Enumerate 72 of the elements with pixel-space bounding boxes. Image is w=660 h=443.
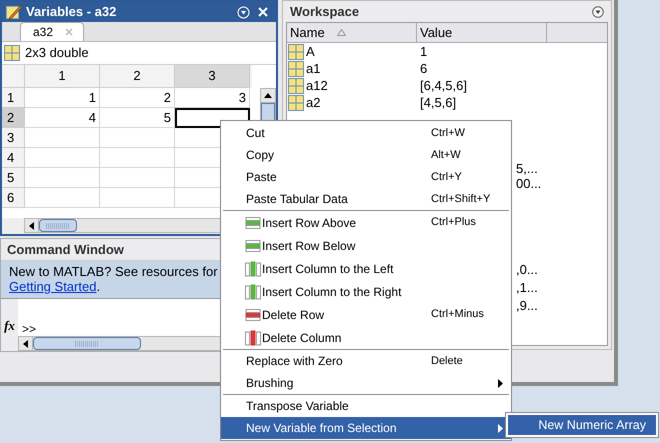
menu-item[interactable]: Copy Alt+W (221, 144, 511, 166)
variable-value: ,9... (516, 297, 538, 316)
column-header[interactable]: 3 (175, 65, 250, 88)
menu-item[interactable]: Paste Tabular Data Ctrl+Shift+Y (221, 188, 511, 210)
menu-item[interactable]: Delete Row Ctrl+Minus (221, 303, 511, 326)
sort-ascending-icon (336, 29, 346, 36)
column-header[interactable]: 1 (25, 65, 100, 88)
variable-value: 6 (419, 60, 428, 78)
row-header[interactable]: 4 (2, 148, 25, 168)
menu-item[interactable]: Insert Row Above Ctrl+Plus (221, 211, 511, 234)
insert-column-icon (245, 260, 261, 276)
delete-column-icon (245, 330, 261, 346)
up-arrow-icon[interactable] (264, 93, 272, 98)
matrix-icon (4, 45, 20, 61)
delete-row-icon (245, 308, 261, 320)
table-cell[interactable]: 2 (100, 88, 175, 108)
notice-text: New to MATLAB? See resources for (9, 264, 218, 279)
window-title: Variables - a32 (26, 3, 118, 22)
tab[interactable]: a32 (20, 22, 84, 41)
matrix-icon (288, 78, 304, 94)
insert-row-icon (245, 216, 261, 228)
menu-item[interactable]: Delete Column (221, 326, 511, 349)
matrix-icon (288, 60, 304, 76)
menu-item[interactable]: Replace with Zero Delete (221, 350, 511, 372)
menu-item[interactable]: Paste Ctrl+Y (221, 166, 511, 188)
variable-name[interactable]: a1 (306, 58, 320, 78)
row-header[interactable]: 3 (2, 128, 25, 148)
scrollbar-thumb[interactable] (33, 337, 141, 350)
table-cell[interactable]: 5 (100, 108, 175, 128)
variable-size-label: 2x3 double (25, 44, 89, 62)
row-header[interactable]: 6 (2, 188, 25, 208)
matrix-icon (288, 44, 304, 60)
table-cell[interactable]: 3 (175, 88, 250, 108)
menu-item[interactable]: Insert Row Below (221, 234, 511, 257)
dropdown-icon[interactable] (592, 6, 604, 18)
panel-title: Workspace (290, 2, 360, 21)
left-arrow-icon[interactable] (29, 222, 34, 230)
left-arrow-icon[interactable] (23, 340, 28, 348)
variable-name[interactable]: A (306, 42, 315, 62)
insert-column-icon (245, 284, 261, 300)
variable-value: ,0... (516, 261, 538, 280)
variable-value: 1 (419, 42, 428, 61)
menu-item[interactable]: New Numeric Array (508, 415, 656, 435)
variable-value: 5,... (516, 160, 538, 178)
scrollbar-thumb[interactable] (39, 219, 77, 232)
notice-period: . (96, 279, 100, 294)
column-header[interactable]: Name (287, 23, 417, 42)
menu-item[interactable]: Insert Column to the Right (221, 280, 511, 303)
row-header[interactable]: 2 (2, 108, 25, 128)
menu-item[interactable]: New Variable from Selection (221, 417, 511, 439)
menu-item[interactable]: Brushing (221, 372, 511, 394)
menu-item[interactable]: Cut Ctrl+W (221, 122, 511, 144)
menu-item[interactable]: Transpose Variable (221, 395, 511, 417)
column-header[interactable]: 2 (100, 65, 175, 88)
getting-started-link[interactable]: Getting Started (9, 279, 96, 294)
row-header[interactable]: 5 (2, 168, 25, 188)
insert-row-icon (245, 240, 261, 252)
menu-item[interactable]: Insert Column to the Left (221, 257, 511, 280)
table-cell[interactable]: 1 (25, 88, 100, 108)
variable-name[interactable]: a2 (306, 92, 320, 112)
row-header[interactable]: 1 (2, 88, 25, 108)
variable-value: [4,5,6] (419, 94, 456, 112)
column-header[interactable]: Value (417, 23, 547, 42)
command-prompt: >> (21, 322, 38, 336)
panel-title: Command Window (7, 240, 124, 259)
pencil-icon (6, 4, 22, 20)
variable-value: [6,4,5,6] (419, 76, 467, 95)
variable-value: ,1... (516, 279, 538, 298)
matrix-icon (288, 94, 304, 110)
variable-value: 00... (516, 175, 542, 193)
variable-name[interactable]: a12 (306, 76, 328, 96)
table-cell[interactable]: 4 (25, 108, 100, 128)
